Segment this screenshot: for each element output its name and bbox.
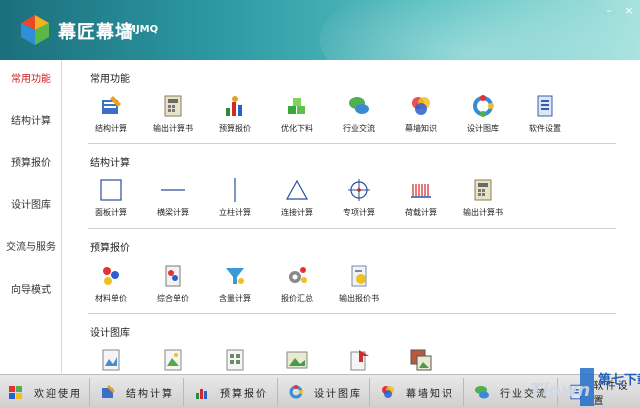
tile-quantity-calc[interactable]: 含量计算 [204, 264, 266, 304]
drawing-doc-icon [99, 348, 123, 372]
tile-library-2[interactable] [142, 348, 204, 372]
section-title: 结构计算 [90, 158, 130, 169]
image-doc-icon [161, 348, 185, 372]
tile-combined-price[interactable]: 综合单价 [142, 264, 204, 304]
sidebar-item-library[interactable]: 设计图库 [0, 196, 62, 211]
sidebar-item-service[interactable]: 交流与服务 [0, 238, 62, 253]
quote-doc-icon [347, 264, 371, 288]
budget-chart-icon [223, 94, 247, 118]
tile-output-calc-2[interactable]: 输出计算书 [452, 178, 514, 218]
section-title: 设计图库 [90, 328, 130, 339]
app-logo-icon [21, 15, 49, 45]
grid-doc-icon [223, 348, 247, 372]
tile-optimize[interactable]: 优化下料 [266, 94, 328, 134]
section-divider [88, 228, 616, 229]
tile-library-3[interactable] [204, 348, 266, 372]
tile-column-calc[interactable]: 立柱计算 [204, 176, 266, 218]
title-bar: 幕匠幕墙 MJMQ – × [0, 0, 640, 60]
settings-doc-icon [533, 94, 557, 118]
green-cubes-icon [285, 94, 309, 118]
app-title: 幕匠幕墙 [58, 22, 134, 43]
tile-panel-calc[interactable]: 面板计算 [80, 178, 142, 218]
section-title: 常用功能 [90, 74, 130, 85]
tile-beam-calc[interactable]: 横梁计算 [142, 178, 204, 218]
minimize-button[interactable]: – [600, 4, 618, 18]
svg-text:第七下载: 第七下载 [598, 372, 640, 388]
sidebar-item-common[interactable]: 常用功能 [0, 70, 62, 85]
app-subtitle: MJMQ [126, 24, 159, 35]
watermark-logo: 第七下载 Tiown [530, 368, 640, 406]
main-panel: 常用功能 结构计算 输出计算书 预算报价 优化下料 行业交流 幕墙知识 设计图库… [64, 60, 640, 373]
tile-industry-chat[interactable]: 行业交流 [328, 94, 390, 134]
colorful-ring-icon [471, 94, 495, 118]
horizontal-line-icon [161, 178, 185, 202]
taskbar-budget[interactable]: 预算报价 [186, 378, 278, 406]
tile-load-calc[interactable]: 荷载计算 [390, 178, 452, 218]
square-outline-icon [99, 178, 123, 202]
title-wave-decoration [320, 0, 640, 60]
export-doc-icon [347, 348, 371, 372]
tile-output-quote[interactable]: 输出报价书 [328, 264, 390, 304]
tile-settings[interactable]: 软件设置 [514, 94, 576, 134]
chat-bubbles-icon [475, 386, 489, 399]
svg-text:Tiown: Tiown [530, 380, 590, 401]
dots-cluster-icon [99, 264, 123, 288]
taskbar-knowledge[interactable]: 幕墙知识 [372, 378, 464, 406]
gear-dots-icon [285, 264, 309, 288]
close-button[interactable]: × [620, 4, 638, 18]
sidebar: 常用功能 结构计算 预算报价 设计图库 交流与服务 向导模式 [0, 60, 62, 373]
sidebar-item-wizard[interactable]: 向导模式 [0, 281, 62, 296]
sidebar-item-structure[interactable]: 结构计算 [0, 112, 62, 127]
tile-budget[interactable]: 预算报价 [204, 94, 266, 134]
tile-curtain-knowledge[interactable]: 幕墙知识 [390, 94, 452, 134]
calculator-doc-icon [471, 178, 495, 202]
triangle-outline-icon [285, 178, 309, 202]
tile-special-calc[interactable]: 专项计算 [328, 178, 390, 218]
funnel-icon [223, 264, 247, 288]
tile-library-4[interactable] [266, 348, 328, 372]
color-circles-icon [409, 94, 433, 118]
tile-library-1[interactable] [80, 348, 142, 372]
color-circles-icon [382, 386, 394, 398]
tile-library-5[interactable] [328, 348, 390, 372]
stacked-pictures-icon [409, 348, 433, 372]
tile-library-6[interactable] [390, 348, 452, 372]
tile-connection-calc[interactable]: 连接计算 [266, 178, 328, 218]
tile-design-library[interactable]: 设计图库 [452, 94, 514, 134]
section-divider [88, 313, 616, 314]
tile-quote-summary[interactable]: 报价汇总 [266, 264, 328, 304]
pencil-ruler-icon [99, 94, 123, 118]
colorful-ring-icon [289, 385, 303, 399]
taskbar-structure[interactable]: 结构计算 [92, 378, 184, 406]
tile-material-price[interactable]: 材料单价 [80, 264, 142, 304]
section-title: 预算报价 [90, 243, 130, 254]
taskbar-welcome[interactable]: 欢迎使用 [0, 378, 90, 406]
price-doc-icon [161, 264, 185, 288]
crosshair-icon [347, 178, 371, 202]
budget-chart-icon [196, 389, 207, 399]
tile-output-calc[interactable]: 输出计算书 [142, 94, 204, 134]
section-divider [88, 143, 616, 144]
chat-bubbles-icon [347, 94, 371, 118]
load-bars-icon [409, 178, 433, 202]
calculator-doc-icon [161, 94, 185, 118]
tile-structure-calc[interactable]: 结构计算 [80, 94, 142, 134]
welcome-flag-icon [9, 386, 22, 399]
taskbar-library[interactable]: 设计图库 [280, 378, 370, 406]
vertical-line-icon [223, 176, 247, 202]
pencil-ruler-icon [102, 385, 115, 398]
picture-icon [285, 348, 309, 372]
sidebar-item-budget[interactable]: 预算报价 [0, 154, 62, 169]
